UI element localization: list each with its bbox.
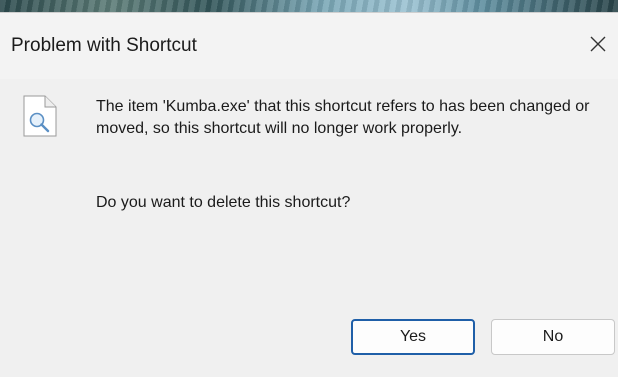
dialog-titlebar[interactable]: Problem with Shortcut: [0, 13, 618, 79]
yes-button[interactable]: Yes: [351, 319, 475, 355]
dialog-title: Problem with Shortcut: [11, 35, 197, 56]
desktop-wallpaper-strip: [0, 0, 618, 12]
shortcut-problem-dialog: Problem with Shortcut The item 'Kumba.ex…: [0, 12, 618, 377]
dialog-question: Do you want to delete this shortcut?: [96, 194, 351, 211]
document-magnifier-icon: [23, 95, 57, 137]
close-button[interactable]: [578, 24, 618, 64]
dialog-content: The item 'Kumba.exe' that this shortcut …: [0, 79, 618, 377]
no-button[interactable]: No: [491, 319, 615, 355]
dialog-message: The item 'Kumba.exe' that this shortcut …: [96, 98, 590, 137]
close-icon: [590, 36, 606, 52]
